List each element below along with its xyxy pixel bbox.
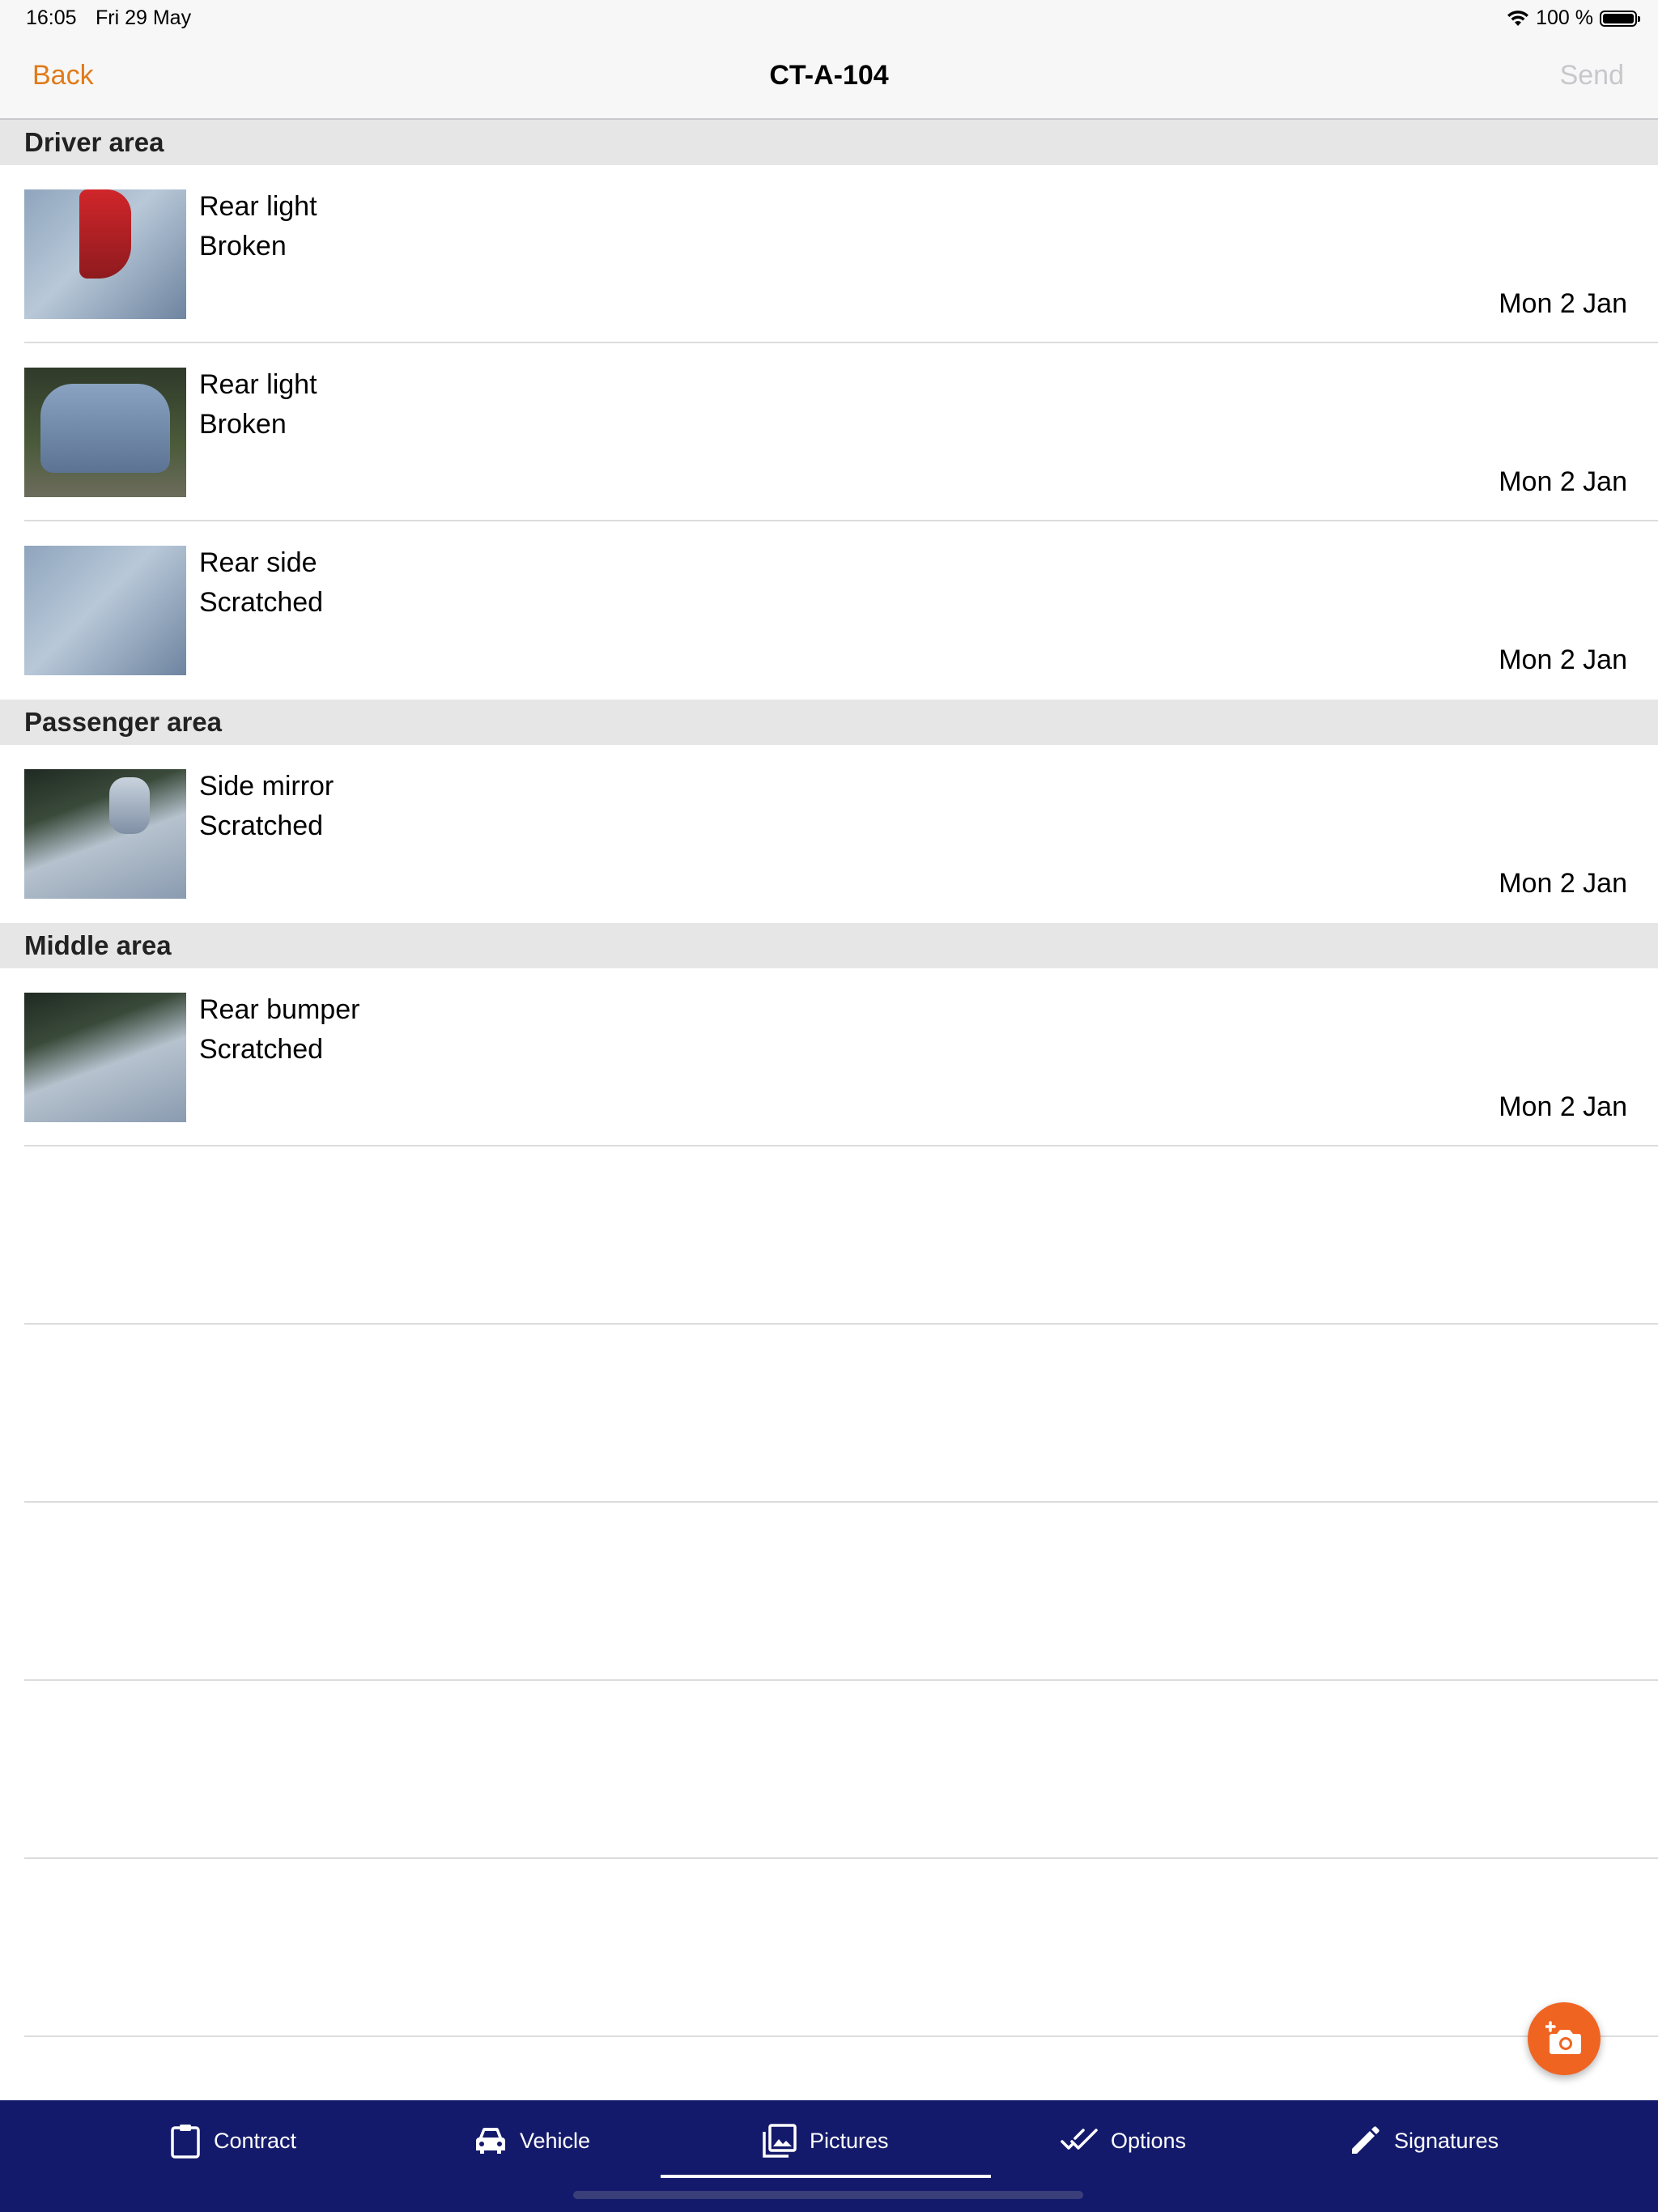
damage-type: Scratched (199, 1034, 324, 1065)
status-time: 16:05 (26, 6, 77, 29)
page-title: CT-A-104 (769, 60, 889, 91)
section-header-passenger-area: Passenger area (0, 700, 1658, 745)
clipboard-icon (171, 2125, 200, 2159)
status-date: Fri 29 May (96, 6, 192, 29)
tab-label: Pictures (810, 2128, 889, 2153)
tab-pictures[interactable]: Pictures (763, 2118, 889, 2163)
damage-part: Rear light (199, 369, 317, 400)
tab-bar: Contract Vehicle Pictures Options Signat… (0, 2100, 1658, 2212)
damage-part: Rear bumper (199, 994, 360, 1025)
damage-photo-thumbnail[interactable] (24, 546, 186, 675)
battery-percent: 100 % (1536, 6, 1593, 29)
empty-row-separator (24, 1681, 1658, 1859)
damage-date: Mon 2 Jan (1499, 288, 1627, 319)
pencil-icon (1352, 2126, 1380, 2154)
damage-type: Scratched (199, 587, 324, 618)
list-item[interactable]: Rear side Scratched Mon 2 Jan (24, 521, 1658, 700)
damage-type: Scratched (199, 810, 324, 841)
list-item[interactable]: Rear light Broken Mon 2 Jan (24, 165, 1658, 343)
damage-part: Rear light (199, 191, 317, 222)
tab-options[interactable]: Options (1061, 2118, 1186, 2163)
damage-date: Mon 2 Jan (1499, 868, 1627, 899)
tab-vehicle[interactable]: Vehicle (474, 2118, 590, 2163)
list-item[interactable]: Side mirror Scratched Mon 2 Jan (24, 745, 1658, 923)
status-indicators: 100 % (1507, 6, 1640, 30)
damage-photo-thumbnail[interactable] (24, 189, 186, 319)
damage-photo-thumbnail[interactable] (24, 368, 186, 497)
list-item[interactable]: Rear light Broken Mon 2 Jan (24, 343, 1658, 521)
list-item[interactable]: Rear bumper Scratched Mon 2 Jan (24, 968, 1658, 1146)
damage-part: Side mirror (199, 771, 334, 802)
battery-icon (1600, 10, 1640, 27)
wifi-icon (1507, 10, 1529, 26)
selected-tab-indicator (661, 2175, 991, 2178)
damage-photo-thumbnail[interactable] (24, 993, 186, 1122)
home-indicator[interactable] (573, 2191, 1083, 2199)
damage-type: Broken (199, 231, 287, 262)
damage-photo-thumbnail[interactable] (24, 769, 186, 899)
empty-row-separator (24, 1146, 1658, 1325)
tab-label: Vehicle (520, 2128, 591, 2153)
damage-list: Driver area Rear light Broken Mon 2 Jan … (0, 120, 1658, 2037)
empty-row-separator (24, 1503, 1658, 1681)
add-camera-icon (1545, 2021, 1581, 2054)
tab-label: Signatures (1394, 2128, 1499, 2153)
damage-date: Mon 2 Jan (1499, 466, 1627, 497)
damage-type: Broken (199, 409, 287, 440)
damage-date: Mon 2 Jan (1499, 1091, 1627, 1122)
tab-label: Contract (214, 2128, 297, 2153)
empty-row-separator (24, 1859, 1658, 2037)
tab-signatures[interactable]: Signatures (1349, 2118, 1499, 2163)
empty-row-separator (24, 1325, 1658, 1503)
tab-label: Options (1111, 2128, 1187, 2153)
send-button[interactable]: Send (1560, 60, 1624, 91)
status-bar: 16:05 Fri 29 May 100 % (0, 0, 1658, 37)
damage-part: Rear side (199, 547, 317, 578)
navigation-bar: Back CT-A-104 Send (0, 37, 1658, 120)
damage-date: Mon 2 Jan (1499, 644, 1627, 675)
section-header-driver-area: Driver area (0, 120, 1658, 165)
add-photo-button[interactable] (1528, 2002, 1601, 2075)
section-header-middle-area: Middle area (0, 923, 1658, 968)
car-icon (476, 2127, 505, 2154)
double-check-icon (1061, 2129, 1098, 2150)
pictures-icon (763, 2124, 797, 2158)
tab-contract[interactable]: Contract (170, 2118, 296, 2163)
